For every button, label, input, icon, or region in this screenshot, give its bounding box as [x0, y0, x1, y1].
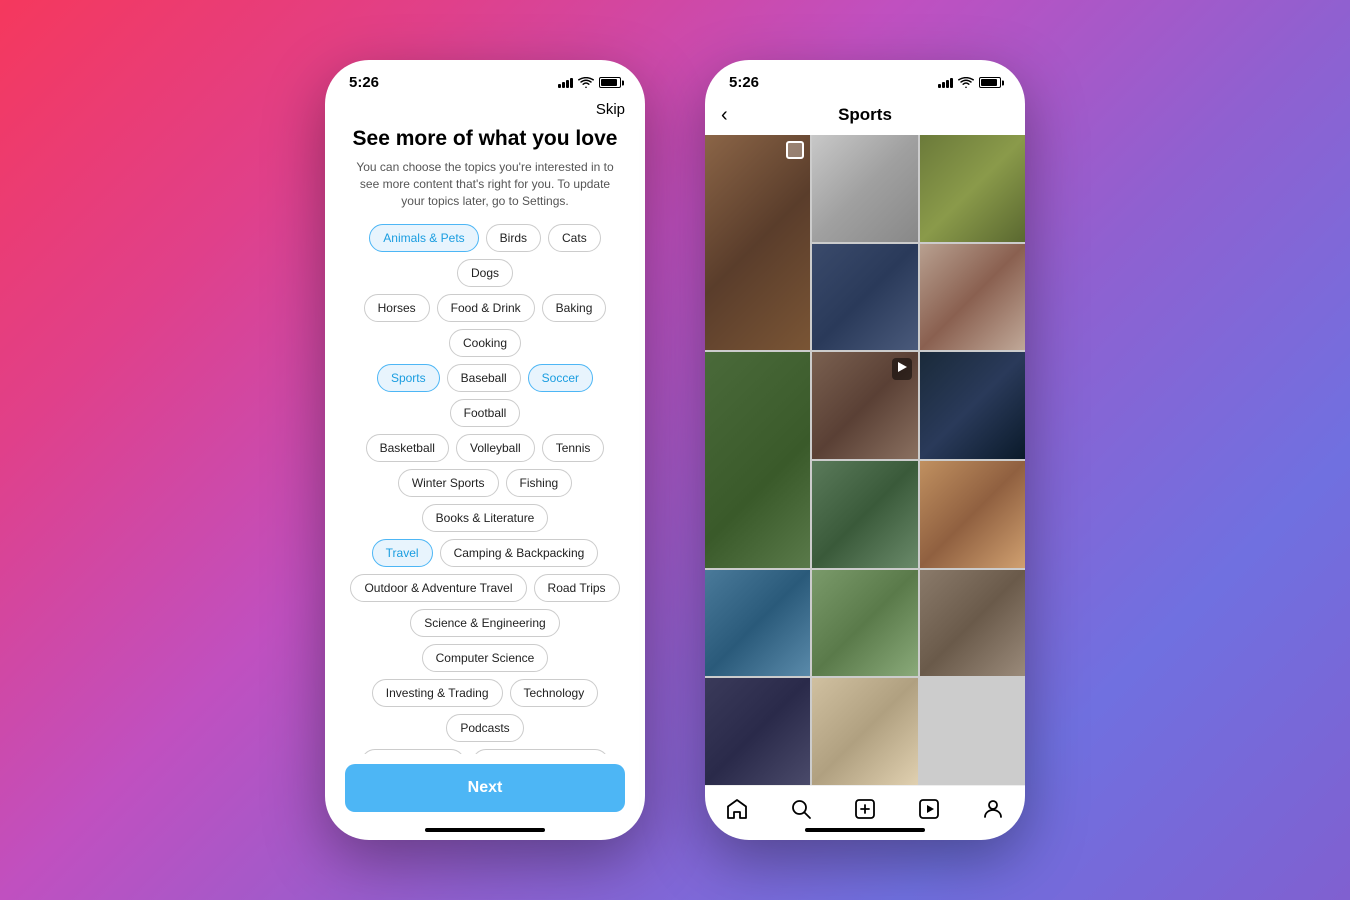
status-time-2: 5:26 [729, 74, 759, 91]
tags-row-7: Outdoor & Adventure Travel Road Trips [345, 574, 625, 602]
back-button[interactable]: ‹ [721, 104, 728, 127]
tag-football[interactable]: Football [450, 399, 521, 427]
home-indicator-2 [805, 828, 925, 832]
grid-cell-2 [812, 135, 917, 242]
nav-search[interactable] [788, 796, 814, 822]
status-icons-1 [558, 77, 621, 89]
tag-winter-sports[interactable]: Winter Sports [398, 469, 499, 497]
tags-row-9: Investing & Trading Technology Podcasts [345, 679, 625, 742]
tag-volleyball[interactable]: Volleyball [456, 434, 535, 462]
skip-row: Skip [345, 97, 625, 126]
tag-birds[interactable]: Birds [486, 224, 541, 252]
status-bar-1: 5:26 [325, 60, 645, 97]
phone1-content: Skip See more of what you love You can c… [325, 97, 645, 828]
grid-cell-1 [705, 135, 810, 350]
tag-camping[interactable]: Camping & Backpacking [440, 539, 599, 567]
tag-books-literature[interactable]: Books & Literature [422, 504, 549, 532]
sports-title: Sports [838, 105, 892, 125]
tag-road-trips[interactable]: Road Trips [534, 574, 620, 602]
battery-icon [599, 77, 621, 88]
tags-row-5: Winter Sports Fishing Books & Literature [345, 469, 625, 532]
tags-row-8: Science & Engineering Computer Science [345, 609, 625, 672]
page-subtitle: You can choose the topics you're interes… [345, 159, 625, 209]
status-bar-2: 5:26 [705, 60, 1025, 97]
tag-outdoor-adventure[interactable]: Outdoor & Adventure Travel [350, 574, 526, 602]
grid-cell-4 [812, 244, 917, 351]
tag-music-audio[interactable]: Music & Audio [361, 749, 465, 754]
tags-row-4: Basketball Volleyball Tennis [345, 434, 625, 462]
grid-cell-14 [705, 678, 810, 785]
tag-animals-pets[interactable]: Animals & Pets [369, 224, 478, 252]
tag-tennis[interactable]: Tennis [542, 434, 605, 462]
tag-fishing[interactable]: Fishing [506, 469, 573, 497]
wifi-icon-2 [958, 77, 974, 89]
battery-icon-2 [979, 77, 1001, 88]
phone-topics: 5:26 Skip See more of what you love You … [325, 60, 645, 840]
tag-travel[interactable]: Travel [372, 539, 433, 567]
grid-cell-12 [812, 570, 917, 677]
nav-home[interactable] [724, 796, 750, 822]
tag-sports[interactable]: Sports [377, 364, 440, 392]
tag-podcasts[interactable]: Podcasts [446, 714, 523, 742]
status-time-1: 5:26 [349, 74, 379, 91]
tag-technology[interactable]: Technology [510, 679, 599, 707]
tags-container: Animals & Pets Birds Cats Dogs Horses Fo… [345, 224, 625, 754]
tag-investing-trading[interactable]: Investing & Trading [372, 679, 503, 707]
wifi-icon [578, 77, 594, 89]
sports-grid [705, 135, 1025, 785]
skip-button[interactable]: Skip [596, 101, 625, 118]
grid-cell-6 [705, 352, 810, 567]
tag-cats[interactable]: Cats [548, 224, 601, 252]
grid-cell-7 [812, 352, 917, 459]
play-overlay-7 [892, 358, 912, 380]
grid-cell-15 [812, 678, 917, 785]
tag-basketball[interactable]: Basketball [366, 434, 449, 462]
tag-science-engineering[interactable]: Science & Engineering [410, 609, 559, 637]
tag-dogs[interactable]: Dogs [457, 259, 513, 287]
grid-cell-11 [705, 570, 810, 677]
next-button[interactable]: Next [345, 764, 625, 812]
tag-horses[interactable]: Horses [364, 294, 430, 322]
select-checkbox-1[interactable] [786, 141, 804, 159]
nav-profile[interactable] [980, 796, 1006, 822]
tag-baseball[interactable]: Baseball [447, 364, 521, 392]
status-icons-2 [938, 77, 1001, 89]
tag-cooking[interactable]: Cooking [449, 329, 521, 357]
grid-cell-8 [920, 352, 1025, 459]
signal-icon [558, 78, 573, 88]
tags-row-10: Music & Audio Drums & Percussion Guitar [345, 749, 625, 754]
tag-soccer[interactable]: Soccer [528, 364, 593, 392]
tag-drums-percussion[interactable]: Drums & Percussion [472, 749, 609, 754]
grid-cell-10 [920, 461, 1025, 568]
signal-icon-2 [938, 78, 953, 88]
home-indicator-1 [425, 828, 545, 832]
tags-row-1: Animals & Pets Birds Cats Dogs [345, 224, 625, 287]
nav-create[interactable] [852, 796, 878, 822]
bottom-nav [705, 785, 1025, 828]
tag-baking[interactable]: Baking [542, 294, 607, 322]
tags-row-6: Travel Camping & Backpacking [345, 539, 625, 567]
tag-computer-science[interactable]: Computer Science [422, 644, 549, 672]
tag-food-drink[interactable]: Food & Drink [437, 294, 535, 322]
page-title: See more of what you love [345, 126, 625, 151]
grid-cell-5 [920, 244, 1025, 351]
grid-cell-9 [812, 461, 917, 568]
grid-cell-13 [920, 570, 1025, 677]
sports-header: ‹ Sports [705, 97, 1025, 135]
nav-reels[interactable] [916, 796, 942, 822]
tags-row-2: Horses Food & Drink Baking Cooking [345, 294, 625, 357]
tags-row-3: Sports Baseball Soccer Football [345, 364, 625, 427]
phone-sports: 5:26 ‹ Sports [705, 60, 1025, 840]
grid-cell-3 [920, 135, 1025, 242]
